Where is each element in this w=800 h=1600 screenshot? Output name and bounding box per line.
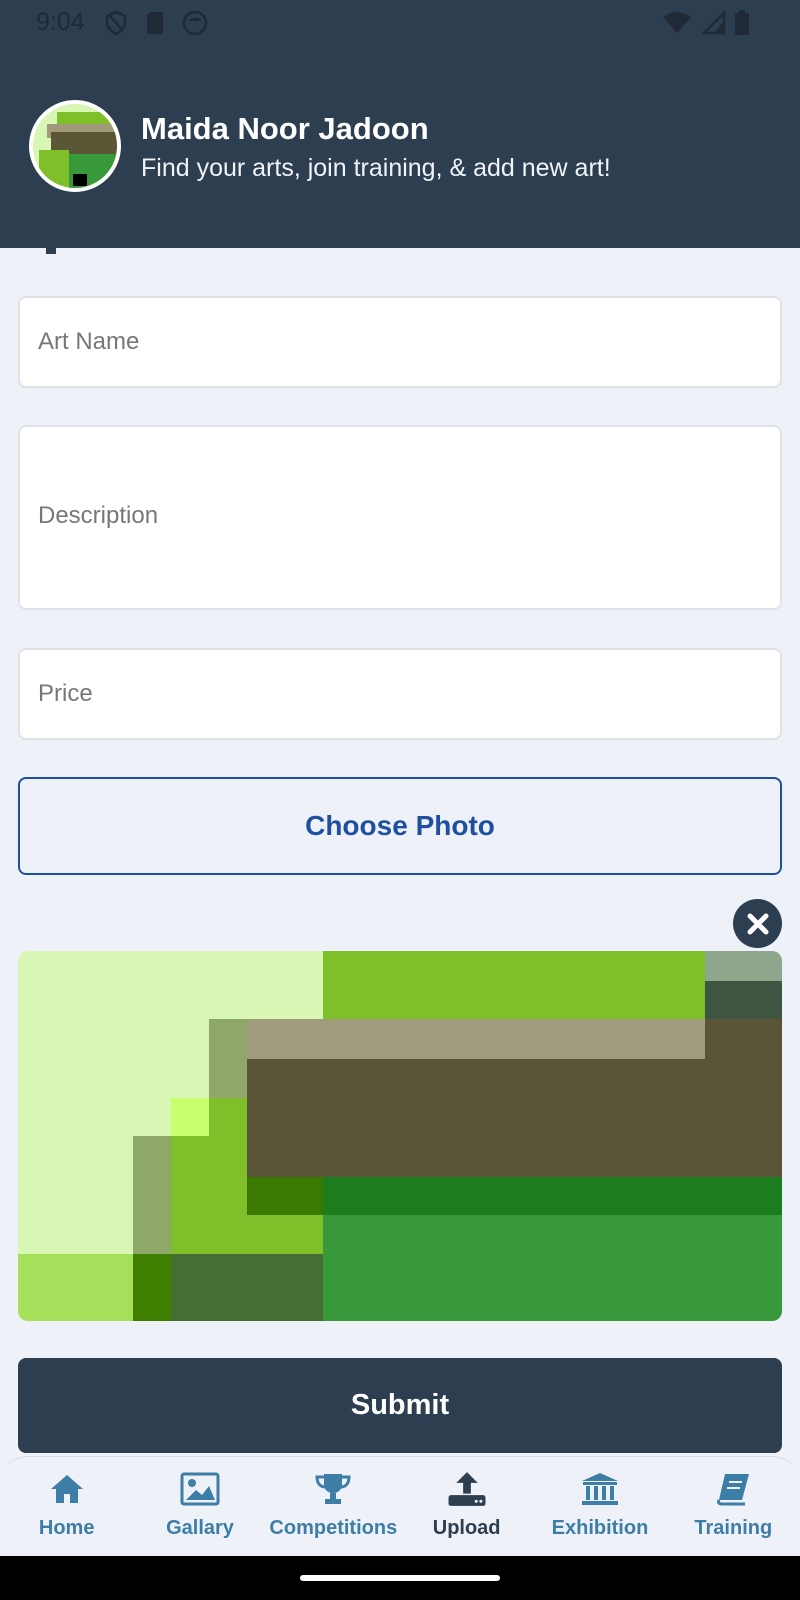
header-subtitle: Find your arts, join training, & add new… xyxy=(141,154,611,182)
signal-icon xyxy=(700,11,726,35)
price-input[interactable] xyxy=(20,650,780,738)
nav-item-training[interactable]: Training xyxy=(667,1457,800,1556)
close-icon xyxy=(747,913,768,934)
wifi-icon xyxy=(663,12,691,33)
description-input[interactable] xyxy=(20,427,780,608)
nav-label-exhibition: Exhibition xyxy=(551,1517,649,1539)
upload-icon xyxy=(448,1472,486,1506)
trophy-icon xyxy=(315,1474,351,1504)
status-bar: 9:04 xyxy=(0,0,800,46)
nav-item-upload[interactable]: Upload xyxy=(400,1457,533,1556)
home-gesture-handle[interactable] xyxy=(300,1575,500,1581)
app-header: 9:04 Maida Noor Jadoon Find your arts, j… xyxy=(0,0,800,248)
submit-button[interactable]: Submit xyxy=(18,1358,782,1453)
remove-photo-button[interactable] xyxy=(733,899,782,948)
sd-card-icon xyxy=(147,12,163,34)
book-icon xyxy=(717,1474,750,1506)
nav-label-competitions: Competitions xyxy=(269,1517,398,1539)
museum-icon xyxy=(581,1473,618,1505)
home-icon xyxy=(50,1475,83,1503)
nav-label-home: Home xyxy=(38,1517,95,1539)
battery-icon xyxy=(735,10,749,35)
shield-icon xyxy=(105,10,127,36)
choose-photo-button[interactable]: Choose Photo xyxy=(18,777,782,875)
user-name: Maida Noor Jadoon xyxy=(141,111,429,146)
face-icon xyxy=(182,10,208,36)
nav-label-gallary: Gallary xyxy=(166,1517,234,1539)
nav-label-upload: Upload xyxy=(432,1517,501,1539)
bottom-navigation: Home Gallary Competitions Upload Exhibit… xyxy=(0,1456,800,1556)
description-field[interactable] xyxy=(18,425,782,610)
image-icon xyxy=(180,1472,220,1506)
art-name-input[interactable] xyxy=(20,298,780,386)
nav-item-competitions[interactable]: Competitions xyxy=(267,1457,400,1556)
nav-label-training: Training xyxy=(694,1517,773,1539)
price-field[interactable] xyxy=(18,648,782,740)
nav-item-exhibition[interactable]: Exhibition xyxy=(533,1457,666,1556)
partial-heading-glyph xyxy=(46,236,56,254)
system-gesture-bar xyxy=(0,1556,800,1600)
status-time: 9:04 xyxy=(36,8,85,36)
art-name-field[interactable] xyxy=(18,296,782,388)
nav-item-gallary[interactable]: Gallary xyxy=(133,1457,266,1556)
photo-preview xyxy=(18,951,782,1321)
avatar[interactable] xyxy=(29,100,121,192)
nav-item-home[interactable]: Home xyxy=(0,1457,133,1556)
